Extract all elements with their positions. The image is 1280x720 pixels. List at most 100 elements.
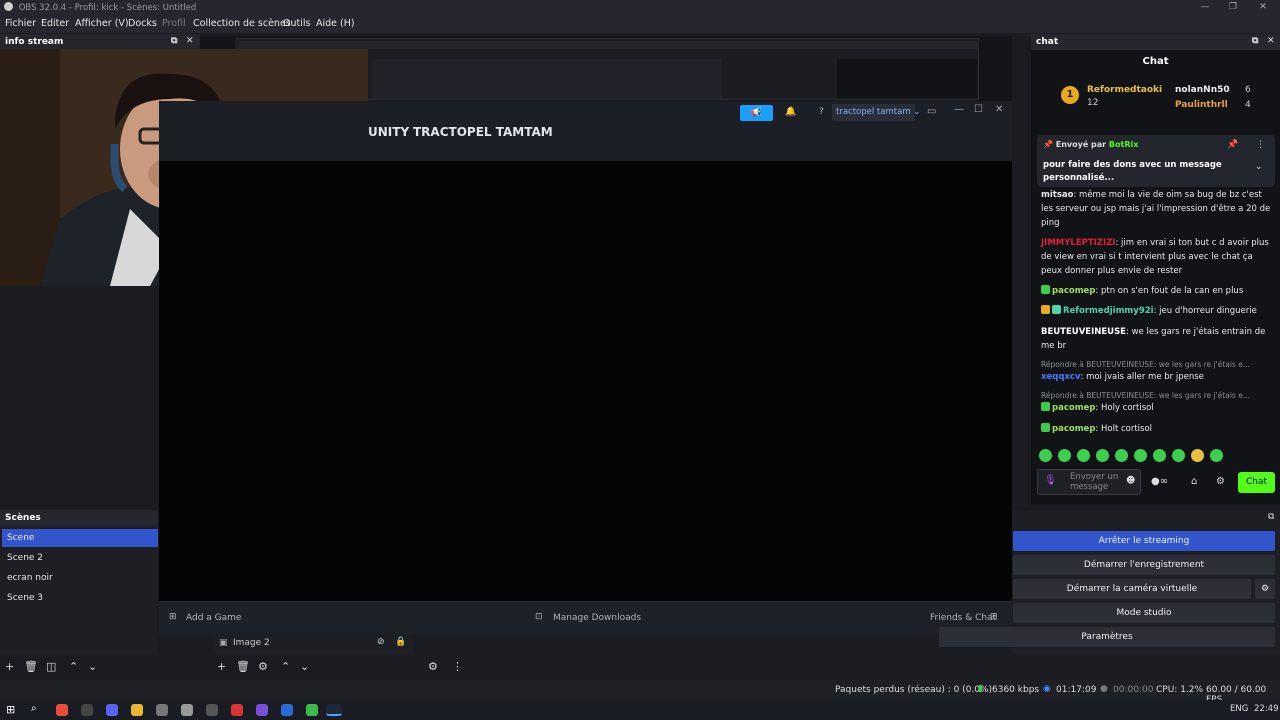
- menu-afficher[interactable]: Afficher (V): [75, 18, 129, 29]
- chat-float-icon[interactable]: ⧉: [1252, 36, 1258, 46]
- emote-icon[interactable]: [1058, 449, 1071, 462]
- manage-downloads-button[interactable]: Manage Downloads: [553, 613, 641, 623]
- app-icon[interactable]: [256, 704, 268, 716]
- mic-icon[interactable]: 🎙: [1044, 475, 1057, 486]
- scene-item[interactable]: Scene 2: [2, 549, 158, 567]
- record-time: 00:00:00: [1113, 685, 1154, 695]
- steam-nav-profile[interactable]: TRACTOPEL TAMTAM: [413, 125, 553, 139]
- scene-item[interactable]: ecran noir: [2, 569, 158, 587]
- settings-button[interactable]: Paramètres: [939, 627, 1275, 647]
- menu-editer[interactable]: Editer: [41, 18, 69, 29]
- friends-chat-button[interactable]: Friends & Chat: [930, 613, 996, 623]
- leader-1-name[interactable]: Reformedtaoki: [1087, 85, 1162, 95]
- emote-icon[interactable]: [1153, 449, 1166, 462]
- maximize-icon[interactable]: ❐: [1218, 0, 1248, 15]
- close-icon[interactable]: ✕: [1248, 0, 1278, 15]
- emote-icon[interactable]: [1210, 449, 1223, 462]
- steam-close-icon[interactable]: ✕: [995, 104, 1003, 115]
- chat-settings-icon[interactable]: ⚙: [1216, 476, 1225, 487]
- emote-icon[interactable]: [1077, 449, 1090, 462]
- steam-icon[interactable]: [326, 704, 342, 716]
- broadcast-icon[interactable]: 📢: [740, 105, 773, 121]
- scene-up-icon[interactable]: ⌃: [69, 660, 78, 682]
- pin-icon[interactable]: 📌: [1227, 140, 1238, 150]
- mixer-more-icon[interactable]: ⋮: [452, 660, 463, 682]
- source-up-icon[interactable]: ⌃: [281, 660, 290, 682]
- big-picture-icon[interactable]: ▭: [927, 106, 936, 117]
- menu-outils[interactable]: Outils: [283, 18, 310, 29]
- studio-mode-button[interactable]: Mode studio: [1013, 603, 1275, 623]
- emote-icon[interactable]: [1134, 449, 1147, 462]
- clock[interactable]: 22:49: [1254, 704, 1279, 714]
- remove-scene-icon[interactable]: 🗑: [24, 660, 38, 682]
- emote-icon[interactable]: [1115, 449, 1128, 462]
- chat-close-icon[interactable]: ✕: [1267, 36, 1275, 46]
- add-source-icon[interactable]: +: [217, 660, 226, 682]
- minimize-icon[interactable]: —: [1190, 0, 1220, 15]
- app-icon[interactable]: [206, 704, 218, 716]
- help-button[interactable]: ?: [819, 107, 824, 117]
- scene-filter-icon[interactable]: ◫: [46, 660, 56, 682]
- remove-source-icon[interactable]: 🗑: [236, 660, 250, 682]
- store-icon[interactable]: ⌂: [1191, 476, 1197, 487]
- steam-maximize-icon[interactable]: ☐: [974, 104, 983, 115]
- emote-icon[interactable]: [1039, 449, 1052, 462]
- pinned-message[interactable]: 📌 Envoyé par BotRix pour faire des dons …: [1037, 135, 1275, 187]
- start-virtualcam-button[interactable]: Démarrer la caméra virtuelle: [1013, 579, 1251, 599]
- app-icon[interactable]: [306, 704, 318, 716]
- steam-window[interactable]: 📢 🔔 ? tractopel tamtam ⌄ ▭ — ☐ ✕ UNITY T…: [159, 101, 1012, 634]
- emoji-picker-icon[interactable]: ☻: [1126, 476, 1135, 486]
- menu-bar: Fichier Editer Afficher (V) Docks Profil…: [0, 15, 1280, 33]
- source-props-icon[interactable]: ⚙: [258, 660, 268, 682]
- chat-input[interactable]: 🎙 Envoyer un message ☻: [1037, 469, 1141, 495]
- terminal-icon[interactable]: [81, 704, 93, 716]
- mixer-settings-icon[interactable]: ⚙: [428, 660, 438, 682]
- info-stream-title: info stream: [5, 37, 64, 47]
- language-indicator[interactable]: ENG: [1230, 704, 1248, 714]
- app-icon[interactable]: [281, 704, 293, 716]
- menu-profil[interactable]: Profil: [162, 18, 186, 29]
- steam-minimize-icon[interactable]: —: [954, 104, 964, 115]
- chat-send-button[interactable]: Chat: [1238, 472, 1275, 493]
- virtualcam-settings-icon[interactable]: ⚙: [1255, 579, 1275, 599]
- menu-aide[interactable]: Aide (H): [316, 18, 355, 29]
- scene-item[interactable]: Scene 3: [2, 589, 158, 607]
- steam-nav-community[interactable]: UNITY: [368, 125, 409, 139]
- more-icon[interactable]: ⋮: [1256, 140, 1265, 150]
- source-down-icon[interactable]: ⌄: [300, 660, 309, 682]
- emote-icon[interactable]: [1172, 449, 1185, 462]
- app-icon[interactable]: [156, 704, 168, 716]
- steam-user-menu[interactable]: tractopel tamtam ⌄: [832, 104, 920, 121]
- scene-down-icon[interactable]: ⌄: [88, 660, 97, 682]
- app-icon[interactable]: [231, 704, 243, 716]
- source-item[interactable]: ▣ Image 2 ⊘ 🔒: [214, 634, 414, 654]
- search-icon[interactable]: ⌕: [31, 703, 37, 714]
- chrome-icon[interactable]: [56, 704, 68, 716]
- app-icon[interactable]: [181, 704, 193, 716]
- lock-icon[interactable]: 🔒: [395, 637, 406, 647]
- visibility-hidden-icon[interactable]: ⊘: [377, 637, 385, 647]
- windows-start-icon[interactable]: ⊞: [6, 703, 15, 716]
- discord-icon[interactable]: [106, 704, 118, 716]
- menu-fichier[interactable]: Fichier: [5, 18, 36, 29]
- menu-collection[interactable]: Collection de scènes: [193, 18, 291, 29]
- add-game-button[interactable]: Add a Game: [186, 613, 241, 623]
- menu-docks[interactable]: Docks: [128, 18, 157, 29]
- float-icon[interactable]: ⧉: [171, 36, 177, 46]
- friends-icon[interactable]: ⊞: [990, 612, 998, 622]
- emote-icon[interactable]: [1096, 449, 1109, 462]
- add-scene-icon[interactable]: +: [5, 660, 14, 682]
- controls-float-icon[interactable]: ⧉: [1268, 512, 1274, 522]
- notification-bell-icon[interactable]: 🔔: [785, 107, 796, 117]
- expand-chevron-icon[interactable]: ⌄: [1255, 162, 1263, 172]
- close-dock-icon[interactable]: ✕: [186, 36, 194, 46]
- downloads-icon: ⊡: [535, 612, 543, 622]
- scene-item[interactable]: Scene: [2, 529, 158, 547]
- emote-icon[interactable]: [1191, 449, 1204, 462]
- points-icon[interactable]: ●∞: [1151, 476, 1168, 487]
- explorer-icon[interactable]: [131, 704, 143, 716]
- leader-3-name[interactable]: Paulinthrll: [1175, 100, 1228, 110]
- start-recording-button[interactable]: Démarrer l'enregistrement: [1013, 555, 1275, 575]
- leader-2-name[interactable]: nolanNn50: [1175, 85, 1230, 95]
- stop-streaming-button[interactable]: Arrêter le streaming: [1013, 531, 1275, 551]
